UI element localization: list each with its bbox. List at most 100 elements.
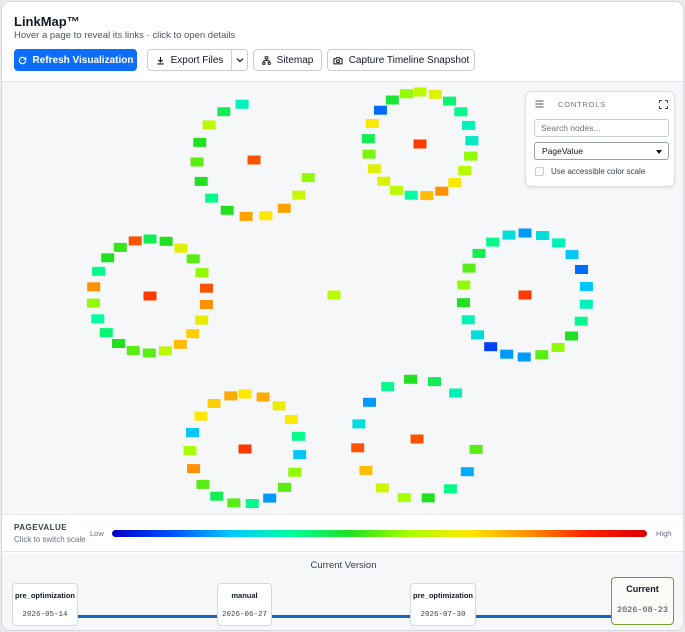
page-node[interactable] xyxy=(361,134,375,144)
page-node[interactable] xyxy=(565,250,579,260)
page-node[interactable] xyxy=(245,499,259,508)
page-node[interactable] xyxy=(292,431,305,441)
menu-icon[interactable] xyxy=(535,100,544,108)
page-node[interactable] xyxy=(397,493,411,503)
page-node[interactable] xyxy=(454,107,468,117)
page-node[interactable] xyxy=(457,280,471,290)
page-node[interactable] xyxy=(186,254,200,264)
page-node[interactable] xyxy=(91,314,105,324)
page-node[interactable] xyxy=(158,346,172,356)
page-node[interactable] xyxy=(207,399,221,408)
page-node[interactable] xyxy=(351,443,365,453)
page-node[interactable] xyxy=(574,316,588,326)
version-card[interactable]: pre_optimization 2026-07-30 xyxy=(410,583,476,626)
page-node[interactable] xyxy=(462,120,475,130)
page-node[interactable] xyxy=(190,157,204,167)
page-node[interactable] xyxy=(486,237,500,247)
color-legend[interactable]: PAGEVALUE Click to switch scale Low High xyxy=(2,514,683,552)
page-node[interactable] xyxy=(448,178,462,188)
page-node[interactable] xyxy=(518,228,532,238)
page-node[interactable] xyxy=(420,191,434,201)
page-node[interactable] xyxy=(579,282,593,291)
legend-gradient-bar[interactable] xyxy=(112,530,647,537)
page-node[interactable] xyxy=(210,491,224,501)
current-version-card[interactable]: Current 2026-08-23 xyxy=(611,577,674,625)
page-node[interactable] xyxy=(113,242,127,252)
capture-snapshot-button[interactable]: Capture Timeline Snapshot xyxy=(327,49,475,71)
page-node[interactable] xyxy=(143,234,157,244)
page-node[interactable] xyxy=(187,464,201,474)
search-nodes-input[interactable] xyxy=(534,119,669,137)
page-node[interactable] xyxy=(484,342,498,352)
page-node[interactable] xyxy=(536,231,549,240)
expand-icon[interactable] xyxy=(659,100,668,109)
page-node[interactable] xyxy=(186,329,200,339)
sitemap-button[interactable]: Sitemap xyxy=(253,49,322,71)
page-node[interactable] xyxy=(99,328,113,338)
page-node[interactable] xyxy=(195,268,209,278)
page-node[interactable] xyxy=(292,190,306,200)
page-node[interactable] xyxy=(363,397,376,407)
page-node[interactable] xyxy=(174,243,188,253)
page-node[interactable] xyxy=(301,173,315,183)
page-node[interactable] xyxy=(428,377,441,387)
page-node[interactable] xyxy=(194,411,208,421)
page-node[interactable] xyxy=(194,176,208,186)
page-node[interactable] xyxy=(389,185,403,195)
page-node[interactable] xyxy=(200,283,213,293)
page-node[interactable] xyxy=(374,105,387,115)
page-node[interactable] xyxy=(195,315,209,325)
page-node[interactable] xyxy=(435,186,449,196)
page-node[interactable] xyxy=(196,479,210,489)
page-node[interactable] xyxy=(362,149,376,159)
page-node[interactable] xyxy=(404,374,418,384)
page-node[interactable] xyxy=(465,136,479,146)
refresh-visualization-button[interactable]: Refresh Visualization xyxy=(14,49,137,71)
page-node[interactable] xyxy=(199,300,213,309)
page-node[interactable] xyxy=(173,339,187,349)
page-node[interactable] xyxy=(502,230,516,240)
page-node[interactable] xyxy=(142,348,156,358)
hub-page-node[interactable] xyxy=(247,155,261,165)
page-node[interactable] xyxy=(552,238,566,248)
page-node[interactable] xyxy=(404,190,418,200)
page-node[interactable] xyxy=(183,446,197,456)
page-node[interactable] xyxy=(462,263,476,273)
page-node[interactable] xyxy=(385,95,399,105)
page-node[interactable] xyxy=(101,253,115,263)
page-node[interactable] xyxy=(272,401,286,411)
export-dropdown-toggle[interactable] xyxy=(231,49,248,71)
hub-page-node[interactable] xyxy=(238,444,252,454)
page-node[interactable] xyxy=(126,346,140,355)
page-node[interactable] xyxy=(461,315,475,325)
hub-page-node[interactable] xyxy=(413,139,427,149)
page-node[interactable] xyxy=(277,203,291,213)
page-node[interactable] xyxy=(517,352,531,362)
page-node[interactable] xyxy=(256,392,270,402)
page-node[interactable] xyxy=(413,87,427,97)
page-node[interactable] xyxy=(565,331,578,341)
page-node[interactable] xyxy=(428,89,442,99)
page-node[interactable] xyxy=(579,299,593,309)
page-node[interactable] xyxy=(458,166,472,176)
page-node[interactable] xyxy=(193,137,207,147)
accessible-scale-checkbox[interactable] xyxy=(535,167,544,176)
hub-page-node[interactable] xyxy=(518,290,532,300)
page-node[interactable] xyxy=(128,236,142,246)
page-node[interactable] xyxy=(205,193,219,203)
page-node[interactable] xyxy=(224,391,238,401)
page-node[interactable] xyxy=(92,266,106,276)
page-node[interactable] xyxy=(352,419,366,429)
hub-page-node[interactable] xyxy=(410,434,424,444)
page-node[interactable] xyxy=(471,330,484,340)
page-node[interactable] xyxy=(227,498,241,508)
page-node[interactable] xyxy=(449,388,463,398)
page-node[interactable] xyxy=(293,450,307,460)
page-node[interactable] xyxy=(186,428,199,437)
page-node[interactable] xyxy=(112,339,125,348)
page-node[interactable] xyxy=(202,120,216,130)
page-node[interactable] xyxy=(159,236,173,246)
page-node[interactable] xyxy=(365,119,379,128)
page-node[interactable] xyxy=(469,444,483,454)
page-node[interactable] xyxy=(443,484,457,494)
